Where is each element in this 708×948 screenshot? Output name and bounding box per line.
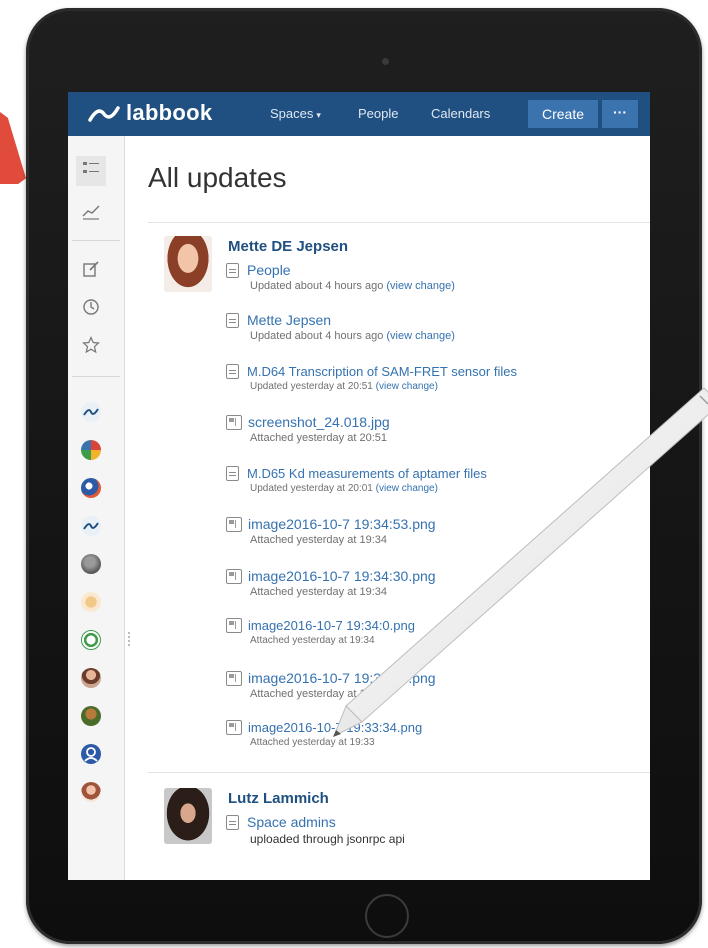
space-avatar-labbook[interactable] bbox=[81, 402, 101, 422]
update-link[interactable]: M.D65 Kd measurements of aptamer files bbox=[247, 466, 487, 481]
document-icon bbox=[226, 814, 239, 830]
update-meta: Attached yesterday at 19:34 bbox=[250, 635, 375, 646]
title-divider bbox=[148, 222, 650, 223]
space-avatar-molecule[interactable] bbox=[81, 478, 101, 498]
image-file-icon bbox=[226, 670, 242, 686]
update-meta: Attached yesterday at 19:34 bbox=[250, 534, 387, 546]
feed-item: image2016-10-7 19:33:47.png Attached yes… bbox=[226, 670, 436, 700]
feed-item: People Updated about 4 hours ago (view c… bbox=[226, 262, 455, 292]
update-meta: Attached yesterday at 19:34 bbox=[250, 586, 387, 598]
space-avatar-pie[interactable] bbox=[81, 440, 101, 460]
logo-wave-icon bbox=[88, 106, 120, 122]
view-change-link[interactable]: (view change) bbox=[376, 483, 438, 494]
image-file-icon bbox=[226, 720, 242, 735]
recent-icon[interactable] bbox=[80, 298, 102, 320]
update-meta: Updated about 4 hours ago bbox=[250, 330, 384, 342]
nav-people[interactable]: People bbox=[358, 106, 398, 121]
view-change-link[interactable]: (view change) bbox=[376, 381, 438, 392]
update-meta: Attached yesterday at 20:51 bbox=[250, 432, 387, 444]
update-meta: uploaded through jsonrpc api bbox=[250, 832, 405, 846]
app-screen: labbook Spaces ▾ People Calendars Create … bbox=[68, 92, 650, 880]
nav-spaces[interactable]: Spaces ▾ bbox=[270, 106, 321, 121]
feed-item: image2016-10-7 19:34:0.png Attached yest… bbox=[226, 618, 415, 646]
feed-item: image2016-10-7 19:34:53.png Attached yes… bbox=[226, 516, 436, 546]
update-link[interactable]: M.D64 Transcription of SAM-FRET sensor f… bbox=[247, 364, 517, 379]
starred-icon[interactable] bbox=[80, 336, 102, 358]
update-link[interactable]: image2016-10-7 19:33:34.png bbox=[248, 720, 422, 735]
user-avatar-small[interactable] bbox=[81, 706, 101, 726]
user-avatar-small[interactable] bbox=[81, 782, 101, 802]
update-link[interactable]: image2016-10-7 19:33:47.png bbox=[248, 670, 436, 686]
nav-calendars[interactable]: Calendars bbox=[431, 106, 490, 121]
image-file-icon bbox=[226, 516, 242, 532]
update-link[interactable]: image2016-10-7 19:34:30.png bbox=[248, 568, 436, 584]
top-nav: labbook Spaces ▾ People Calendars Create … bbox=[68, 92, 650, 136]
app-logo[interactable]: labbook bbox=[88, 100, 212, 126]
activity-icon[interactable] bbox=[76, 156, 106, 186]
feed-item: M.D65 Kd measurements of aptamer files U… bbox=[226, 466, 487, 494]
feed-item: image2016-10-7 19:33:34.png Attached yes… bbox=[226, 720, 422, 748]
update-link[interactable]: People bbox=[247, 262, 291, 278]
feed-item: M.D64 Transcription of SAM-FRET sensor f… bbox=[226, 364, 517, 392]
update-link[interactable]: screenshot_24.018.jpg bbox=[248, 414, 390, 430]
update-link[interactable]: Space admins bbox=[247, 814, 336, 830]
update-link[interactable]: Mette Jepsen bbox=[247, 312, 331, 328]
update-meta: Updated yesterday at 20:51 bbox=[250, 381, 373, 392]
space-avatar-grey[interactable] bbox=[81, 554, 101, 574]
document-icon bbox=[226, 312, 239, 328]
sidebar-divider bbox=[72, 376, 120, 377]
view-change-link[interactable]: (view change) bbox=[386, 330, 454, 342]
user-avatar-mette[interactable] bbox=[164, 236, 212, 292]
update-link[interactable]: image2016-10-7 19:34:53.png bbox=[248, 516, 436, 532]
user-name-mette[interactable]: Mette DE Jepsen bbox=[228, 238, 348, 255]
user-avatar-small[interactable] bbox=[81, 668, 101, 688]
page-title: All updates bbox=[148, 162, 287, 193]
user-name-lutz[interactable]: Lutz Lammich bbox=[228, 790, 329, 807]
feed-item: Mette Jepsen Updated about 4 hours ago (… bbox=[226, 312, 455, 342]
user-profile-icon[interactable] bbox=[81, 744, 101, 764]
update-link[interactable]: image2016-10-7 19:34:0.png bbox=[248, 618, 415, 633]
home-button[interactable] bbox=[365, 894, 409, 938]
document-icon bbox=[226, 262, 239, 278]
app-logo-text: labbook bbox=[126, 100, 213, 125]
sidebar bbox=[68, 136, 125, 880]
nav-spaces-label: Spaces bbox=[270, 106, 314, 121]
sidebar-divider bbox=[72, 240, 120, 241]
view-change-link[interactable]: (view change) bbox=[386, 280, 454, 292]
feed-item: screenshot_24.018.jpg Attached yesterday… bbox=[226, 414, 390, 444]
draft-icon[interactable] bbox=[80, 260, 102, 282]
resize-handle[interactable] bbox=[128, 632, 132, 646]
user-avatar-lutz[interactable] bbox=[164, 788, 212, 844]
feed-divider bbox=[148, 772, 650, 773]
space-avatar-wave[interactable] bbox=[81, 516, 101, 536]
create-button[interactable]: Create bbox=[528, 100, 598, 128]
camera-dot bbox=[382, 58, 389, 65]
document-icon bbox=[226, 364, 239, 379]
document-icon bbox=[226, 466, 239, 481]
space-avatar-green[interactable] bbox=[81, 630, 101, 650]
update-meta: Updated about 4 hours ago bbox=[250, 280, 384, 292]
more-button[interactable]: ··· bbox=[602, 100, 638, 128]
chevron-down-icon: ▾ bbox=[316, 110, 321, 120]
update-meta: Updated yesterday at 20:01 bbox=[250, 483, 373, 494]
image-file-icon bbox=[226, 618, 242, 633]
image-file-icon bbox=[226, 568, 242, 584]
feed-item: image2016-10-7 19:34:30.png Attached yes… bbox=[226, 568, 436, 598]
analytics-icon[interactable] bbox=[80, 202, 102, 224]
feed-item: Space admins uploaded through jsonrpc ap… bbox=[226, 814, 405, 846]
update-meta: Attached yesterday at 19:33 bbox=[250, 688, 387, 700]
image-file-icon bbox=[226, 414, 242, 430]
space-avatar-orange[interactable] bbox=[81, 592, 101, 612]
update-meta: Attached yesterday at 19:33 bbox=[250, 737, 375, 748]
red-decoration bbox=[0, 112, 26, 184]
